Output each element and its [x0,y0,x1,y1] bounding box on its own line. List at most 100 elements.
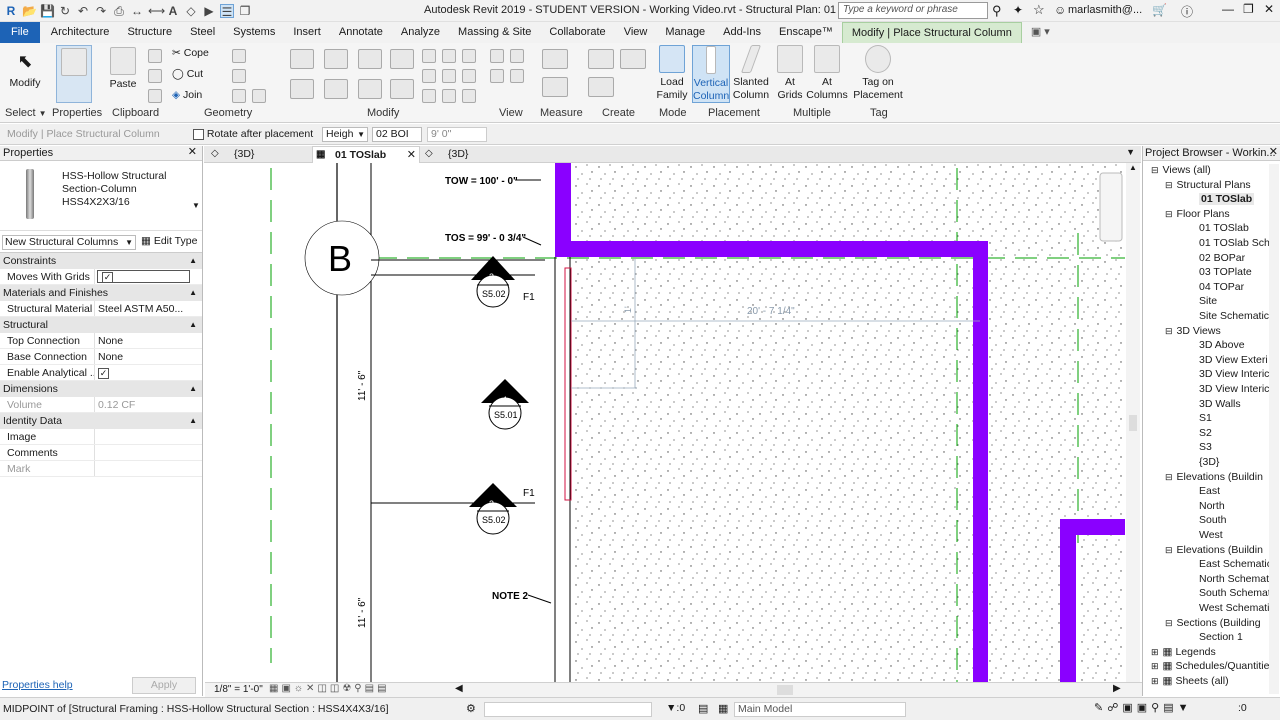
tab-massing-site[interactable]: Massing & Site [449,22,540,43]
copy-clip-icon[interactable] [148,69,162,83]
sync-icon[interactable]: ↻ [58,4,72,18]
browser-item[interactable]: West [1199,529,1223,541]
tab-modify-place-structural-column[interactable]: Modify | Place Structural Column [841,22,1022,43]
category-materials[interactable]: Materials and Finishes ▲ [0,285,202,301]
dimension-icon[interactable]: ⟷ [148,4,165,18]
ribbon-minimize-icon[interactable]: ▣ ▾ [1022,22,1059,43]
close-icon[interactable]: ✕ [188,145,197,160]
cut-button[interactable]: ◯ Cut [172,68,203,80]
row-mark[interactable]: Mark [0,461,202,477]
create-similar-icon[interactable] [588,49,614,69]
tab-enscape[interactable]: Enscape™ [770,22,842,43]
selection-icons[interactable]: ✎☍▣▣⚲▤▼ [1094,701,1192,714]
tab-view[interactable]: View [615,22,657,43]
browser-item[interactable]: Section 1 [1199,631,1243,643]
expand-icon[interactable]: ⊟ [1151,165,1159,175]
close-icon[interactable]: ✕ [407,147,416,163]
view-control-icons[interactable]: ▦▣☼✕◫◫☢⚲▤▤ [269,683,390,694]
mark-value[interactable] [95,461,202,476]
browser-item[interactable]: ⊞ ▦ Sheets (all) [1151,675,1229,687]
load-family-button[interactable]: Load Family [656,45,688,102]
close-icon[interactable]: ✕ [1269,145,1278,160]
horizontal-scrollbar-thumb[interactable] [777,685,793,695]
browser-item[interactable]: ⊟ Elevations (Buildin [1165,471,1263,483]
split-icon[interactable] [422,49,436,63]
mirror-axis-icon[interactable] [358,49,382,69]
at-grids-button[interactable]: At Grids [776,45,804,102]
browser-item[interactable]: ⊟ 3D Views [1165,325,1221,337]
print-icon[interactable]: ⎙ [112,4,126,18]
category-constraints[interactable]: Constraints ▲ [0,253,202,269]
properties-button[interactable] [56,45,92,103]
enable-analytical-checkbox[interactable]: ✓ [95,365,202,380]
cart-icon[interactable]: 🛒 [1152,3,1167,17]
split-gap-icon[interactable] [442,89,456,103]
category-structural[interactable]: Structural ▲ [0,317,202,333]
modify-button[interactable]: ⬉ Modify [6,47,44,90]
windows-icon[interactable]: ❐ [238,4,252,18]
undo-icon[interactable]: ↶ [76,4,90,18]
tab-insert[interactable]: Insert [284,22,330,43]
tab-file[interactable]: File [0,22,40,43]
expand-icon[interactable]: ⊞ [1151,661,1159,671]
row-top-connection[interactable]: Top Connection None [0,333,202,349]
tab-manage[interactable]: Manage [656,22,714,43]
hide-icon[interactable] [490,49,504,63]
apply-button[interactable]: Apply [132,677,196,694]
tag-on-placement-button[interactable]: Tag on Placement [852,45,904,102]
tab-architecture[interactable]: Architecture [42,22,119,43]
workset-select[interactable] [484,702,652,717]
minimize-icon[interactable]: — [1222,2,1234,16]
instance-filter-select[interactable]: New Structural Columns ▼ [2,235,136,250]
tabs-menu-icon[interactable]: ▼ [1126,147,1135,157]
trim-icon[interactable] [390,79,414,99]
match-type-icon[interactable] [148,89,162,103]
scroll-up-icon[interactable]: ▲ [1129,163,1137,172]
vertical-scrollbar[interactable]: ▲ [1126,163,1140,682]
browser-item[interactable]: West Schemati [1199,602,1269,614]
browser-item[interactable]: 3D View Interic [1199,383,1269,395]
expand-icon[interactable]: ⊞ [1151,647,1159,657]
binoculars-icon[interactable]: ⚲ [992,3,1002,19]
browser-item[interactable]: ⊟ Structural Plans [1165,179,1251,191]
browser-item[interactable]: Site [1199,295,1217,307]
expand-icon[interactable]: ⊟ [1165,618,1173,628]
structural-material-value[interactable]: Steel ASTM A50... [95,301,202,316]
section-icon[interactable]: ▶ [202,4,216,18]
row-comments[interactable]: Comments [0,445,202,461]
unpin-icon[interactable] [442,69,456,83]
browser-item[interactable]: ⊞ ▦ Legends [1151,646,1216,658]
create-assembly-icon[interactable] [588,77,614,97]
row-enable-analytical[interactable]: Enable Analytical ... ✓ [0,365,202,381]
browser-item[interactable]: 01 TOSlab Sch [1199,237,1270,249]
browser-item[interactable]: ⊟ Floor Plans [1165,208,1230,220]
graphics-icon[interactable] [510,69,524,83]
browser-item[interactable]: South [1199,514,1226,526]
height-mode-select[interactable]: Heigh ▼ [322,127,368,142]
star-icon[interactable]: ☆ [1033,2,1045,18]
moves-with-grids-checkbox[interactable]: ✓ [97,270,190,283]
open-icon[interactable]: 📂 [22,4,37,18]
offset-input[interactable]: 9' 0" [427,127,487,142]
tab-steel[interactable]: Steel [181,22,224,43]
scroll-right-icon[interactable]: ▶ [1113,683,1121,694]
copy-icon[interactable] [324,79,348,99]
help-icon[interactable]: ⓘ [1181,3,1193,20]
browser-item[interactable]: East [1199,485,1220,497]
browser-item[interactable]: ⊟ Elevations (Buildin [1165,544,1263,556]
expand-icon[interactable]: ⊟ [1165,180,1173,190]
move-icon[interactable] [290,79,314,99]
browser-item[interactable]: 04 TOPar [1199,281,1244,293]
tab-analyze[interactable]: Analyze [392,22,449,43]
editable-count[interactable]: ▼:0 [666,702,685,714]
at-columns-button[interactable]: At Columns [806,45,848,102]
expand-icon[interactable]: ⊞ [1151,676,1159,686]
browser-item[interactable]: {3D} [1199,456,1219,468]
browser-item[interactable]: 01 TOSlab [1199,193,1255,206]
linework-icon[interactable] [490,69,504,83]
trim-extend-icon[interactable] [422,89,436,103]
thin-lines-icon[interactable]: ☰ [220,4,234,19]
expand-icon[interactable]: ⊟ [1165,472,1173,482]
rotate-after-placement-checkbox[interactable]: Rotate after placement [193,128,313,140]
demolish-icon[interactable] [252,89,266,103]
